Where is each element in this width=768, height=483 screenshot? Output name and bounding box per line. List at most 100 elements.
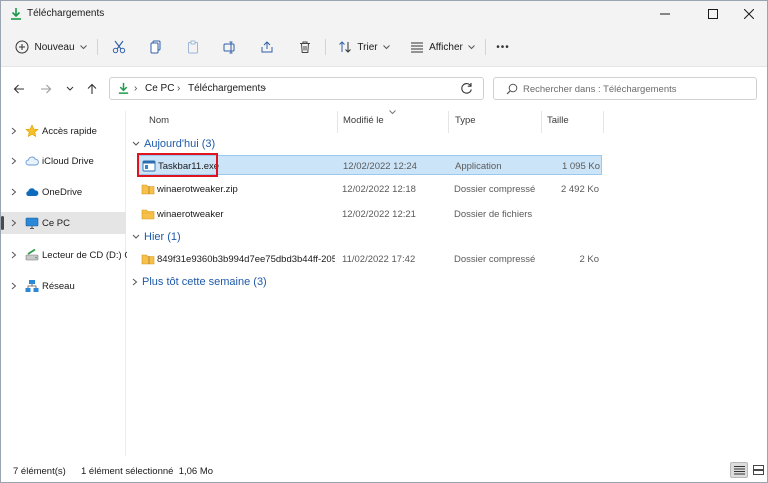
chevron-right-icon[interactable] [11,188,17,196]
view-button[interactable]: Afficher [404,35,481,59]
refresh-icon[interactable] [460,82,473,95]
file-type: Dossier compressé [454,254,536,265]
status-bar: 7 élément(s) 1 élément sélectionné 1,06 … [1,457,767,482]
cut-button[interactable] [109,35,129,59]
close-button[interactable] [726,1,767,27]
search-icon [506,83,518,95]
view-lines-icon [411,42,424,53]
breadcrumb-separator: › [177,83,181,94]
group-header-yesterday[interactable]: Hier (1) [132,229,181,245]
download-icon [11,8,21,20]
chevron-right-icon[interactable] [11,157,17,165]
monitor-icon [25,217,39,229]
arrow-right-icon [41,84,52,94]
navigation-pane: Accès rapide iCloud Drive OneDrive Ce PC… [1,111,131,456]
chevron-right-icon[interactable] [11,127,17,135]
group-label: Hier (1) [144,231,181,243]
sidebar-item-cd-drive[interactable]: Lecteur de CD (D:) C [1,244,131,266]
column-divider[interactable] [603,111,604,133]
plus-circle-icon [15,40,29,54]
address-row: › Ce PC › Téléchargements › [1,68,767,110]
share-icon [261,41,273,53]
column-header-type[interactable]: Type [455,111,540,131]
paste-button[interactable] [183,35,203,59]
sidebar-item-onedrive[interactable]: OneDrive [1,181,126,203]
new-button[interactable]: Nouveau [13,35,89,59]
column-header-label: Taille [547,115,569,126]
sort-arrow-icon [389,110,396,115]
breadcrumb-downloads[interactable]: Téléchargements [188,83,265,94]
chevron-right-icon[interactable] [11,282,17,290]
sidebar-item-label: Réseau [42,281,75,292]
file-size: 2 492 Ko [560,184,599,195]
chevron-down-icon [468,44,475,49]
recent-locations-button[interactable] [61,80,79,98]
rename-button[interactable] [220,35,240,59]
search-box[interactable] [493,77,757,100]
column-header-label: Modifié le [343,115,384,126]
breadcrumb-ce-pc[interactable]: Ce PC [145,83,174,94]
column-header-modified[interactable]: Modifié le [343,110,448,131]
sidebar-item-network[interactable]: Réseau [1,275,126,297]
file-modified: 12/02/2022 12:18 [342,184,416,195]
sidebar-item-this-pc[interactable]: Ce PC [1,212,126,234]
arrow-up-icon [87,83,97,94]
file-row-winaerotweaker-zip[interactable]: winaerotweaker.zip 12/02/2022 12:18 Doss… [137,179,602,199]
search-input[interactable] [523,82,748,96]
tiles-view-icon [752,465,764,475]
file-explorer-window: Téléchargements Nouveau Trier Afficher •… [0,0,768,483]
separator [485,39,486,55]
file-size: 1 095 Ko [561,161,600,172]
sidebar-item-label: Accès rapide [42,126,97,137]
breadcrumb-separator[interactable]: › [263,83,266,94]
column-header-size[interactable]: Taille [547,111,602,131]
chevron-down-icon [66,86,74,91]
file-modified: 12/02/2022 12:21 [342,209,416,220]
cd-drive-icon [25,248,39,261]
file-name: winaerotweaker.zip [157,184,238,195]
group-label: Plus tôt cette semaine (3) [142,276,267,288]
forward-button[interactable] [37,80,55,98]
sort-button[interactable]: Trier [335,35,393,59]
group-header-today[interactable]: Aujourd'hui (3) [132,136,215,152]
up-button[interactable] [83,80,101,98]
minimize-button[interactable] [642,1,687,27]
column-divider[interactable] [337,111,338,133]
address-bar[interactable]: › Ce PC › Téléchargements › [109,77,553,100]
column-divider[interactable] [448,111,449,133]
more-options-icon: ••• [496,41,510,53]
sidebar-item-label: Lecteur de CD (D:) C [42,250,132,261]
download-icon [118,82,129,94]
sidebar-item-quick-access[interactable]: Accès rapide [1,120,126,142]
folder-icon [141,209,155,220]
copy-button[interactable] [146,35,166,59]
chevron-right-icon[interactable] [11,251,17,259]
breadcrumb-separator: › [134,83,138,94]
back-button[interactable] [10,80,28,98]
rename-icon [223,41,235,54]
file-row-archive-849f31[interactable]: 849f31e9360b3b994d7ee75dbd3b44ff-205... … [137,249,602,269]
details-view-button[interactable] [730,462,748,478]
chevron-down-icon [132,234,140,239]
chevron-right-icon[interactable] [11,219,17,227]
file-row-winaerotweaker-folder[interactable]: winaerotweaker 12/02/2022 12:21 Dossier … [137,204,602,224]
column-header-label: Type [455,115,476,126]
sidebar-item-icloud-drive[interactable]: iCloud Drive [1,150,126,172]
chevron-down-icon [79,44,87,49]
tiles-view-button[interactable] [749,462,767,478]
copy-icon [150,40,161,54]
maximize-icon [707,9,718,19]
zip-folder-icon [141,254,155,265]
column-header-name[interactable]: Nom [149,111,339,131]
item-count: 7 élément(s) [13,466,66,477]
file-type: Dossier de fichiers [454,209,533,220]
sidebar-item-label: iCloud Drive [42,156,94,167]
more-options-button[interactable]: ••• [491,35,515,59]
share-button[interactable] [257,35,277,59]
delete-button[interactable] [295,35,315,59]
cloud-icon [25,156,39,166]
file-type: Application [455,161,502,172]
group-header-earlier-this-week[interactable]: Plus tôt cette semaine (3) [132,274,267,290]
column-divider[interactable] [541,111,542,133]
window-title: Téléchargements [27,8,105,19]
